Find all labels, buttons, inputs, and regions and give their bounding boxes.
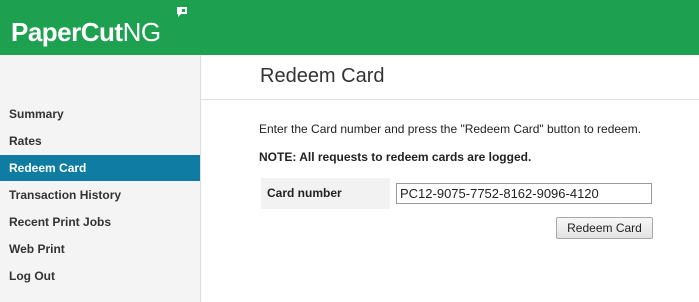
sidebar-item-log-out[interactable]: Log Out: [0, 263, 200, 289]
sidebar-item-transaction-history[interactable]: Transaction History: [0, 182, 200, 208]
app-header: PaperCutNG: [0, 0, 699, 55]
sidebar-item-summary[interactable]: Summary: [0, 101, 200, 127]
sidebar-nav: Summary Rates Redeem Card Transaction Hi…: [0, 55, 201, 302]
sidebar-item-redeem-card[interactable]: Redeem Card: [0, 155, 200, 181]
logo-suffix-text: NG: [122, 17, 162, 47]
papercut-logo[interactable]: PaperCutNG: [11, 17, 161, 47]
logo-brand-text: PaperCut: [11, 17, 123, 47]
logo-mark-icon: [177, 7, 187, 17]
sidebar-item-web-print[interactable]: Web Print: [0, 236, 200, 262]
redeem-card-button[interactable]: Redeem Card: [556, 217, 653, 239]
instructions-text: Enter the Card number and press the "Red…: [259, 122, 642, 136]
sidebar-item-recent-print-jobs[interactable]: Recent Print Jobs: [0, 209, 200, 235]
card-number-row: Card number: [261, 178, 657, 209]
page-title-bar: Redeem Card: [201, 55, 699, 100]
sidebar-item-rates[interactable]: Rates: [0, 128, 200, 154]
page-title: Redeem Card: [260, 65, 385, 87]
card-number-input[interactable]: [396, 183, 652, 204]
logging-note: NOTE: All requests to redeem cards are l…: [259, 150, 532, 164]
card-number-label: Card number: [267, 186, 342, 200]
